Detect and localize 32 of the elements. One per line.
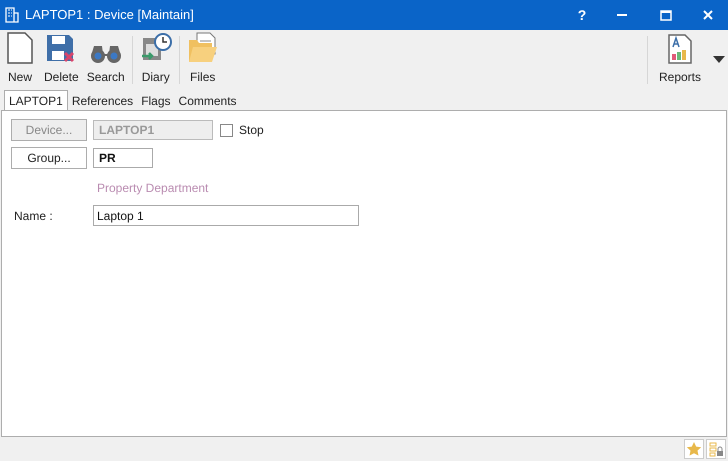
report-chart-icon <box>668 34 692 64</box>
star-icon <box>686 441 702 457</box>
toolbar-button[interactable]: Files <box>182 30 223 90</box>
group-field[interactable]: PR <box>93 148 153 168</box>
tab[interactable]: Flags <box>137 92 175 110</box>
stop-checkbox[interactable] <box>220 124 233 136</box>
toolbar-button[interactable]: New <box>0 30 40 90</box>
lock-list-button[interactable] <box>706 439 726 459</box>
group-description: Property Department <box>97 180 210 197</box>
stop-label: Stop <box>239 122 264 139</box>
toolbar-button[interactable]: Search <box>82 30 129 90</box>
group-button[interactable]: Group... <box>11 147 87 169</box>
name-label: Name : <box>13 208 54 224</box>
building-icon <box>5 7 19 23</box>
minimize-icon <box>617 14 627 16</box>
maximize-icon <box>660 10 672 20</box>
caret-icon <box>713 56 725 63</box>
toolbar-button[interactable]: Diary <box>136 30 176 90</box>
tab[interactable]: LAPTOP1 <box>4 90 68 110</box>
list-lock-icon <box>708 441 724 457</box>
favorite-button[interactable] <box>684 439 704 459</box>
toolbar-button[interactable]: Delete <box>40 30 83 90</box>
tab[interactable]: References <box>68 92 138 110</box>
floppy-delete-icon <box>46 34 76 64</box>
name-field[interactable]: Laptop 1 <box>93 205 359 226</box>
help-button[interactable]: ? <box>564 0 600 30</box>
tab[interactable]: Comments <box>174 92 241 110</box>
folder-document-icon <box>188 32 218 64</box>
document-icon <box>7 32 33 64</box>
reports-button[interactable]: Reports <box>650 30 710 90</box>
window-title: LAPTOP1 : Device [Maintain] <box>25 6 194 24</box>
close-icon <box>703 10 713 20</box>
